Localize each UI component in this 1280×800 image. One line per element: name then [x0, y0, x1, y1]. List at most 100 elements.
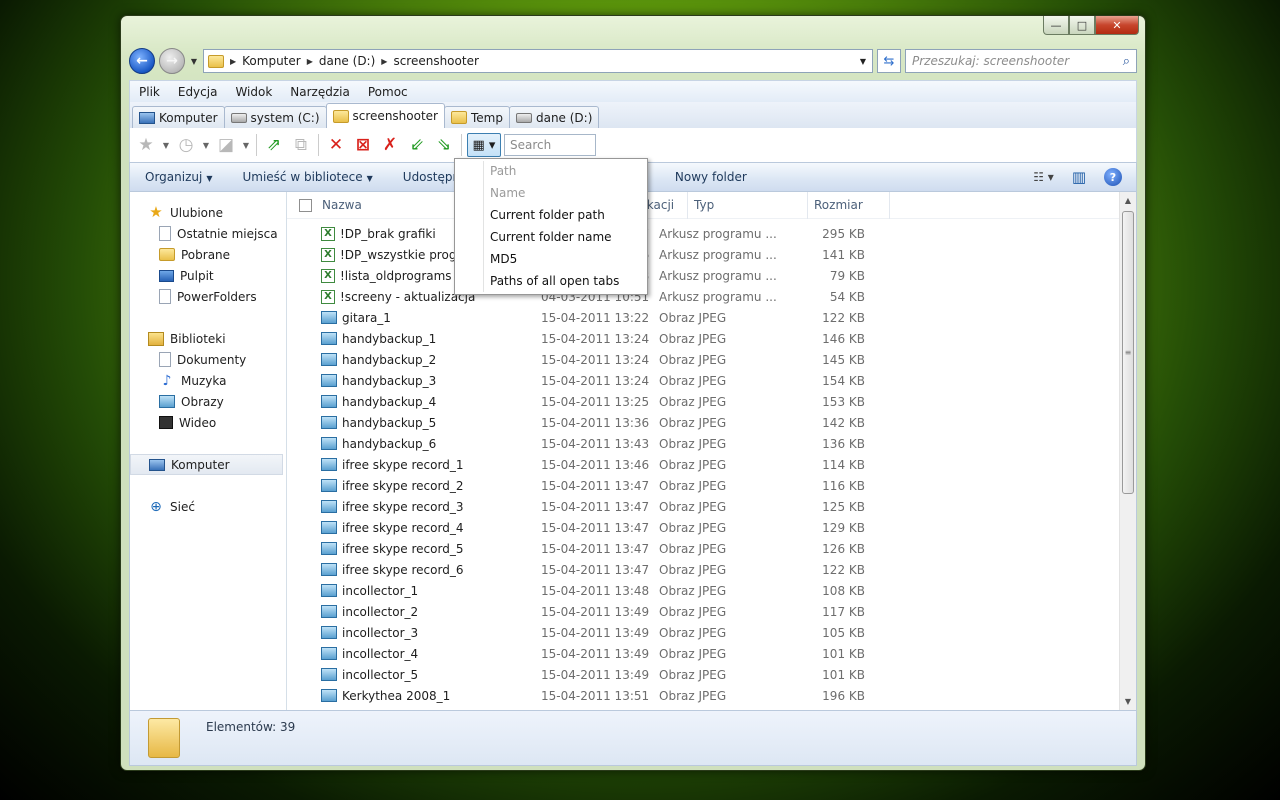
change-view-icon[interactable]: ☷ ▾ — [1033, 170, 1054, 184]
nav-powerfolders[interactable]: PowerFolders — [130, 286, 286, 307]
address-bar[interactable]: ▶ Komputer ▶ dane (D:) ▶ screenshooter ▼ — [203, 49, 873, 73]
menu-file[interactable]: Plik — [130, 85, 169, 99]
nav-favorites[interactable]: ★ Ulubione — [130, 202, 286, 223]
nav-desktop[interactable]: Pulpit — [130, 265, 286, 286]
window-icon[interactable]: ◪ — [214, 133, 238, 157]
nav-downloads[interactable]: Pobrane — [130, 244, 286, 265]
table-row[interactable]: handybackup_4 15-04-2011 13:25 Obraz JPEG 1… — [287, 391, 1118, 412]
star-icon[interactable]: ★ — [134, 133, 158, 157]
close-all-tabs-icon[interactable]: ✗ — [378, 133, 402, 157]
scroll-up-icon[interactable]: ▲ — [1120, 192, 1136, 209]
include-in-library-button[interactable]: Umieść w bibliotece ▼ — [227, 170, 387, 184]
search-icon[interactable]: ⌕ — [1123, 54, 1130, 69]
table-row[interactable]: handybackup_3 15-04-2011 13:24 Obraz JPEG 1… — [287, 370, 1118, 391]
tab-komputer[interactable]: Komputer — [132, 106, 225, 128]
table-row[interactable]: handybackup_1 15-04-2011 13:24 Obraz JPEG 1… — [287, 328, 1118, 349]
nav-music[interactable]: ♪ Muzyka — [130, 370, 286, 391]
back-button[interactable]: ← — [129, 48, 155, 74]
nav-recent-places[interactable]: Ostatnie miejsca — [130, 223, 286, 244]
copy-md5-item[interactable]: MD5 — [455, 248, 647, 270]
chevron-down-icon[interactable]: ▼ — [161, 133, 171, 157]
nav-libraries[interactable]: Biblioteki — [130, 328, 286, 349]
help-icon[interactable]: ? — [1104, 168, 1122, 186]
close-other-tabs-icon[interactable]: ⊠ — [351, 133, 375, 157]
tab-dane-d[interactable]: dane (D:) — [508, 106, 600, 128]
tab-screenshooter[interactable]: screenshooter — [325, 103, 445, 128]
chevron-down-icon[interactable]: ▼ — [241, 133, 251, 157]
table-row[interactable]: handybackup_5 15-04-2011 13:36 Obraz JPEG 1… — [287, 412, 1118, 433]
nav-computer[interactable]: Komputer — [130, 454, 283, 475]
table-row[interactable]: ifree skype record_4 15-04-2011 13:47 Obra… — [287, 517, 1118, 538]
nav-documents[interactable]: Dokumenty — [130, 349, 286, 370]
nav-pictures[interactable]: Obrazy — [130, 391, 286, 412]
table-row[interactable]: ifree skype record_5 15-04-2011 13:47 Obra… — [287, 538, 1118, 559]
table-row[interactable]: gitara_1 15-04-2011 13:22 Obraz JPEG 122 KB — [287, 307, 1118, 328]
breadcrumb-drive-d[interactable]: dane (D:) — [319, 54, 375, 68]
minimize-button[interactable]: — — [1043, 16, 1069, 35]
table-row[interactable]: ifree skype record_6 15-04-2011 13:47 Obra… — [287, 559, 1118, 580]
history-icon[interactable]: ◷ — [174, 133, 198, 157]
table-row[interactable]: X!DP_wszystkie programy04-03-2011 10:46A… — [287, 244, 1118, 265]
duplicate-tab-icon[interactable]: ⧉ — [289, 133, 313, 157]
table-row[interactable]: Kerkythea 2008_1 15-04-2011 13:51 Obraz JP… — [287, 685, 1118, 706]
close-tab-icon[interactable]: ✕ — [324, 133, 348, 157]
address-dropdown-icon[interactable]: ▼ — [860, 57, 872, 66]
table-row[interactable]: incollector_5 15-04-2011 13:49 Obraz JPEG 1… — [287, 664, 1118, 685]
copy-path-item[interactable]: Path — [455, 160, 647, 182]
close-right-tabs-icon[interactable]: ⇘ — [432, 133, 456, 157]
copy-menu-button[interactable]: ▦ ▾ — [467, 133, 501, 157]
chevron-right-icon[interactable]: ▶ — [230, 57, 236, 66]
copy-current-folder-path-item[interactable]: Current folder path — [455, 204, 647, 226]
table-row[interactable]: ifree skype record_2 15-04-2011 13:47 Obra… — [287, 475, 1118, 496]
breadcrumb-computer[interactable]: Komputer — [242, 54, 301, 68]
table-row[interactable]: handybackup_6 15-04-2011 13:43 Obraz JPEG 1… — [287, 433, 1118, 454]
tab-temp[interactable]: Temp — [443, 106, 510, 128]
vertical-scrollbar[interactable]: ▲ ≡ ▼ — [1119, 192, 1136, 710]
table-row[interactable]: incollector_1 15-04-2011 13:48 Obraz JPEG 1… — [287, 580, 1118, 601]
scroll-thumb[interactable]: ≡ — [1122, 211, 1134, 494]
recent-pages-dropdown[interactable]: ▼ — [189, 57, 199, 66]
new-tab-icon[interactable]: ⇗ — [262, 133, 286, 157]
table-row[interactable]: incollector_2 15-04-2011 13:49 Obraz JPEG 1… — [287, 601, 1118, 622]
copy-all-tab-paths-item[interactable]: Paths of all open tabs — [455, 270, 647, 292]
file-type: Arkusz programu ... — [659, 247, 777, 262]
chevron-right-icon[interactable]: ▶ — [307, 57, 313, 66]
image-file-icon — [321, 395, 337, 408]
scroll-down-icon[interactable]: ▼ — [1120, 693, 1136, 710]
chevron-right-icon[interactable]: ▶ — [381, 57, 387, 66]
table-row[interactable]: X!DP_brak grafiki04-03-2011 10:47Arkusz … — [287, 223, 1118, 244]
close-button[interactable]: ✕ — [1095, 16, 1139, 35]
menu-edit[interactable]: Edycja — [169, 85, 227, 99]
table-row[interactable]: ifree skype record_3 15-04-2011 13:47 Obra… — [287, 496, 1118, 517]
menu-view[interactable]: Widok — [226, 85, 281, 99]
search-input[interactable]: Przeszukaj: screenshooter ⌕ — [905, 49, 1137, 73]
file-date: 15-04-2011 13:49 — [541, 646, 650, 661]
organize-button[interactable]: Organizuj ▼ — [130, 170, 227, 184]
nav-network[interactable]: ⊕ Sieć — [130, 496, 286, 517]
forward-button[interactable]: → — [159, 48, 185, 74]
table-row[interactable]: handybackup_2 15-04-2011 13:24 Obraz JPEG 1… — [287, 349, 1118, 370]
table-row[interactable]: incollector_3 15-04-2011 13:49 Obraz JPEG 1… — [287, 622, 1118, 643]
nav-videos[interactable]: Wideo — [130, 412, 286, 433]
new-folder-button[interactable]: Nowy folder — [660, 170, 762, 184]
menu-help[interactable]: Pomoc — [359, 85, 417, 99]
close-left-tabs-icon[interactable]: ⇙ — [405, 133, 429, 157]
copy-current-folder-name-item[interactable]: Current folder name — [455, 226, 647, 248]
table-row[interactable]: incollector_4 15-04-2011 13:49 Obraz JPEG 1… — [287, 643, 1118, 664]
tab-system-c[interactable]: system (C:) — [223, 106, 327, 128]
maximize-button[interactable]: □ — [1069, 16, 1095, 35]
chevron-down-icon[interactable]: ▼ — [201, 133, 211, 157]
file-type: Obraz JPEG — [659, 646, 727, 661]
menu-tools[interactable]: Narzędzia — [281, 85, 359, 99]
table-row[interactable]: X !screeny - aktualizacja 04-03-2011 10:51… — [287, 286, 1118, 307]
refresh-button[interactable]: ⇆ — [877, 49, 901, 73]
copy-name-item[interactable]: Name — [455, 182, 647, 204]
preview-pane-icon[interactable]: ▥ — [1072, 168, 1086, 186]
table-row[interactable]: X!lista_oldprograms 1.104-03-2011 10:48A… — [287, 265, 1118, 286]
column-size[interactable]: Rozmiar — [808, 192, 890, 219]
breadcrumb-screenshooter[interactable]: screenshooter — [393, 54, 478, 68]
column-type[interactable]: Typ — [688, 192, 808, 219]
tab-search-input[interactable]: Search — [504, 134, 596, 156]
select-all-checkbox[interactable] — [299, 198, 312, 212]
table-row[interactable]: ifree skype record_1 15-04-2011 13:46 Obra… — [287, 454, 1118, 475]
